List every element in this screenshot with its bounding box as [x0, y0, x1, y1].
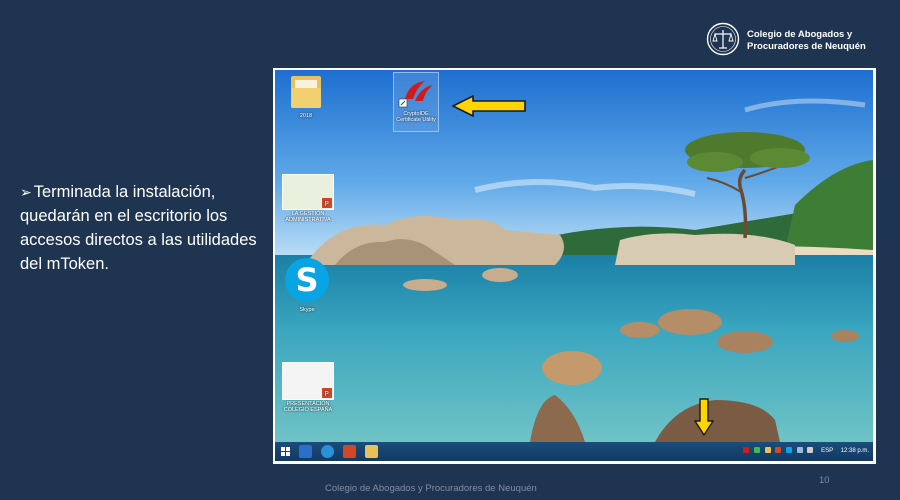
crypto-label: CryptoIDE Certificate Utility	[396, 111, 436, 123]
svg-text:P: P	[325, 390, 329, 398]
desktop-icon-folder[interactable]: 2018	[285, 70, 327, 119]
skype-icon[interactable]: S	[285, 258, 329, 302]
arrow-down-icon	[694, 398, 714, 437]
arrow-left-icon	[451, 94, 526, 118]
tray-icon[interactable]	[754, 447, 761, 454]
svg-text:P: P	[325, 200, 329, 208]
bullet-point: ➢ Terminada la instalación, quedarán en e…	[20, 180, 270, 276]
powerpoint-icon: P	[322, 198, 332, 208]
logo-line-2: Procuradores de Neuquén	[747, 41, 866, 52]
logo: Colegio de Abogados y Procuradores de Ne…	[706, 22, 891, 58]
presentation-thumbnail: P	[282, 174, 334, 210]
desktop-icon-presentation-2[interactable]: P PRESENTACIÓN COLEGIO ESPAÑA	[281, 362, 335, 413]
page-number: 10	[819, 475, 830, 486]
word-taskbar-icon[interactable]	[299, 445, 312, 458]
volume-icon[interactable]	[807, 447, 814, 454]
ie-taskbar-icon[interactable]	[321, 445, 334, 458]
bullet-marker: ➢	[20, 184, 32, 200]
folder-icon	[291, 76, 321, 108]
desktop-icon-presentation-1[interactable]: P LA GESTIÓN ADMINISTRATIVA	[281, 174, 335, 223]
desktop-icon-crypto[interactable]: CryptoIDE Certificate Utility	[393, 72, 439, 132]
scales-of-justice-icon	[706, 22, 740, 56]
cryptoide-icon	[398, 81, 433, 108]
system-tray: ESP 12:38 p.m.	[740, 442, 869, 461]
language-indicator[interactable]: ESP	[821, 448, 833, 454]
presentation-thumbnail: P	[282, 362, 334, 400]
wallpaper	[275, 70, 873, 442]
network-icon[interactable]	[796, 447, 803, 454]
desktop-screenshot: 2018 CryptoIDE Certificate Utility P LA …	[273, 68, 876, 464]
mtoken-tray-icon[interactable]	[743, 447, 750, 454]
footer-text: Colegio de Abogados y Procuradores de Ne…	[325, 483, 537, 494]
taskbar: ESP 12:38 p.m.	[275, 442, 873, 461]
explorer-taskbar-icon[interactable]	[365, 445, 378, 458]
powerpoint-icon: P	[322, 388, 332, 398]
presentation-2-label: PRESENTACIÓN COLEGIO ESPAÑA	[283, 401, 333, 413]
powerpoint-taskbar-icon[interactable]	[343, 445, 356, 458]
presentation-1-label: LA GESTIÓN ADMINISTRATIVA	[285, 211, 331, 223]
bullet-text: Terminada la instalación, quedarán en el…	[20, 183, 257, 273]
skype-label: Skype	[299, 307, 315, 313]
tray-icon[interactable]	[764, 447, 771, 454]
clock[interactable]: 12:38 p.m.	[841, 448, 869, 454]
tray-icon[interactable]	[786, 447, 793, 454]
desktop: 2018 CryptoIDE Certificate Utility P LA …	[275, 70, 873, 461]
folder-label: 2018	[299, 113, 313, 119]
logo-line-1: Colegio de Abogados y	[747, 29, 853, 40]
start-windows-icon[interactable]	[279, 445, 292, 458]
tray-icon[interactable]	[775, 447, 782, 454]
